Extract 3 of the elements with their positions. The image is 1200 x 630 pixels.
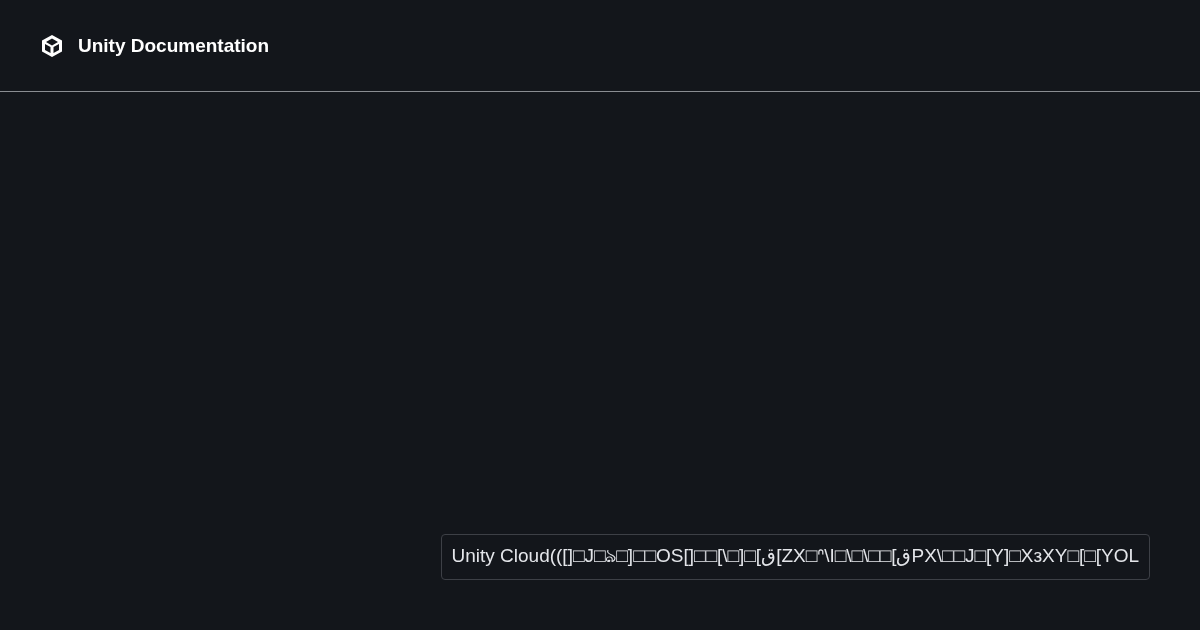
cube-logo-icon (40, 33, 64, 58)
site-title[interactable]: Unity Documentation (78, 34, 270, 57)
tooltip: Unity Cloud(([]□J□ঌ□]□□OS[]□□[\□]□[ق[ZX□ᐢ\I□\□\□□[قPX\□□J□[Y]□XзXY□[□[YOL (440, 534, 1150, 580)
